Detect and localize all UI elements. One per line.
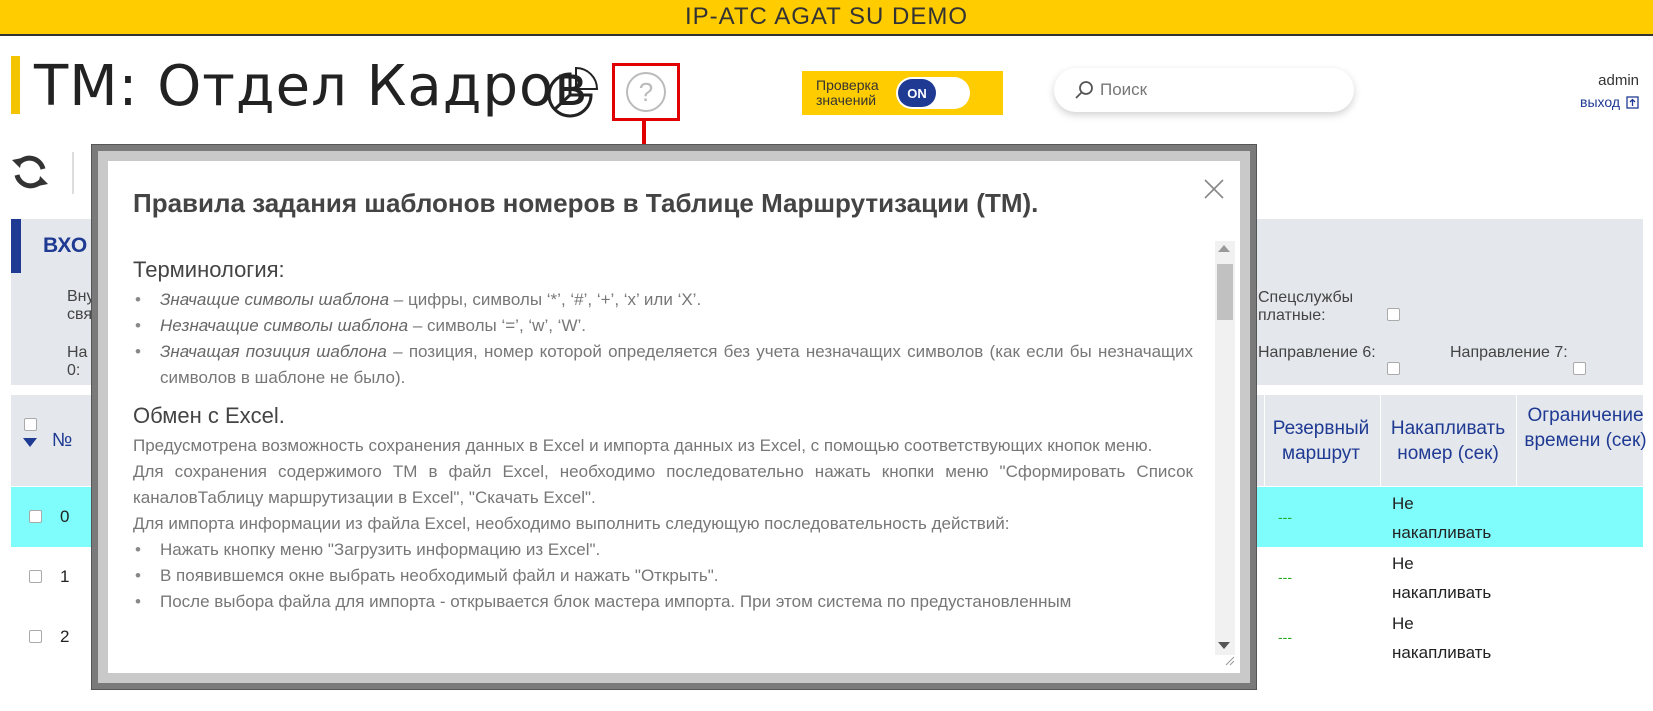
list-item: Нажать кнопку меню "Загрузить информацию… [133,537,1193,563]
accumulate-value: Не накапливать [1392,494,1492,542]
app-title: IP-ATC AGAT SU DEMO [684,3,969,30]
value-check-widget: Проверка значений ON [802,71,1003,115]
panel-accent-bar [11,219,21,273]
backup-route-value: --- [1278,629,1292,645]
direction-7-checkbox[interactable] [1573,362,1586,375]
list-item: Незначащие символы шаблона – символы ‘=’… [133,313,1193,339]
toolbar-divider [72,152,74,194]
paragraph: Предусмотрена возможность сохранения дан… [133,436,1153,455]
fragment-line: 0: [67,362,81,379]
term: Значащие символы шаблона [160,290,390,309]
filter-label-fragment: На 0: [67,344,87,380]
list-item: В появившемся окне выбрать необходимый ф… [133,563,1193,589]
row-number: 0 [60,507,70,526]
term-definition: – цифры, символы ‘*’, ‘#’, ‘+’, ‘x’ или … [389,290,702,309]
logout-link[interactable]: выход [1580,94,1639,110]
term-definition: – символы ‘=’, ‘w’, ‘W’. [408,316,586,335]
column-divider [1264,395,1265,486]
toggle-knob: ON [898,79,936,107]
special-services-label: Спецслужбы платные: [1258,289,1354,324]
user-name: admin [1598,72,1639,89]
help-icon[interactable]: ? [626,72,666,112]
help-dialog: Правила задания шаблонов номеров в Табли… [108,161,1240,673]
terminology-list: Значащие символы шаблона – цифры, символ… [133,287,1193,391]
scroll-down-arrow-icon[interactable] [1218,642,1230,649]
app-title-bar: IP-ATC AGAT SU DEMO [0,0,1653,36]
dialog-content: Терминология: Значащие символы шаблона –… [133,255,1193,615]
panel-title: ВХО [43,234,88,257]
scroll-thumb[interactable] [1217,264,1233,320]
column-header-accumulate[interactable]: Накапливать номер (сек) [1382,416,1514,466]
term: Значащая позиция шаблона [160,342,387,361]
logout-label: выход [1580,94,1620,110]
column-divider [1380,395,1381,486]
section-heading-terminology: Терминология: [133,257,285,282]
list-item: Значащая позиция шаблона – позиция, номе… [133,339,1193,391]
help-symbol: ? [638,76,654,107]
refresh-icon[interactable] [10,152,50,192]
page-title: ТМ: Отдел Кадров [34,54,589,119]
special-services-checkbox[interactable] [1387,308,1400,321]
column-header-num[interactable]: № [52,428,72,453]
row-number: 2 [60,627,70,646]
list-item: После выбора файла для импорта - открыва… [133,589,1193,615]
import-steps-list: Нажать кнопку меню "Загрузить информацию… [133,537,1193,615]
column-header-backup-route[interactable]: Резервный маршрут [1266,416,1376,466]
direction-6-label: Направление 6: [1258,344,1376,361]
paragraph: Для импорта информации из файла Excel, н… [133,514,1010,533]
direction-7-label: Направление 7: [1450,344,1568,361]
column-divider [1516,395,1517,486]
value-check-toggle[interactable]: ON [896,77,970,109]
resize-grip-icon[interactable] [1225,656,1235,666]
list-item: Значащие символы шаблона – цифры, символ… [133,287,1193,313]
dialog-title: Правила задания шаблонов номеров в Табли… [133,188,1039,218]
accumulate-value: Не накапливать [1392,614,1492,662]
search-box [1054,68,1354,112]
value-check-label: Проверка значений [816,77,879,108]
accumulate-value: Не накапливать [1392,554,1492,602]
sort-down-icon[interactable] [23,438,37,447]
row-checkbox[interactable] [29,510,42,523]
help-annotation-box: ? [612,63,680,121]
scroll-up-arrow-icon[interactable] [1218,245,1230,252]
column-header-time-limit[interactable]: Ограничение времени (сек) [1518,403,1653,453]
logout-icon [1626,95,1639,109]
search-icon [1075,81,1093,99]
search-input[interactable] [1100,80,1340,100]
direction-6-checkbox[interactable] [1387,362,1400,375]
row-checkbox[interactable] [29,630,42,643]
term: Незначащие символы шаблона [160,316,409,335]
close-icon[interactable] [1202,177,1226,201]
section-heading-excel: Обмен с Excel. [133,403,285,428]
fragment-line: На [67,344,88,361]
pie-chart-icon[interactable] [545,66,599,120]
select-all-checkbox[interactable] [24,418,37,431]
paragraph: Для сохранения содержимого ТМ в файл Exc… [133,462,1193,507]
backup-route-value: --- [1278,509,1292,525]
title-accent-bar [11,56,20,114]
backup-route-value: --- [1278,569,1292,585]
row-checkbox[interactable] [29,570,42,583]
row-number: 1 [60,567,70,586]
